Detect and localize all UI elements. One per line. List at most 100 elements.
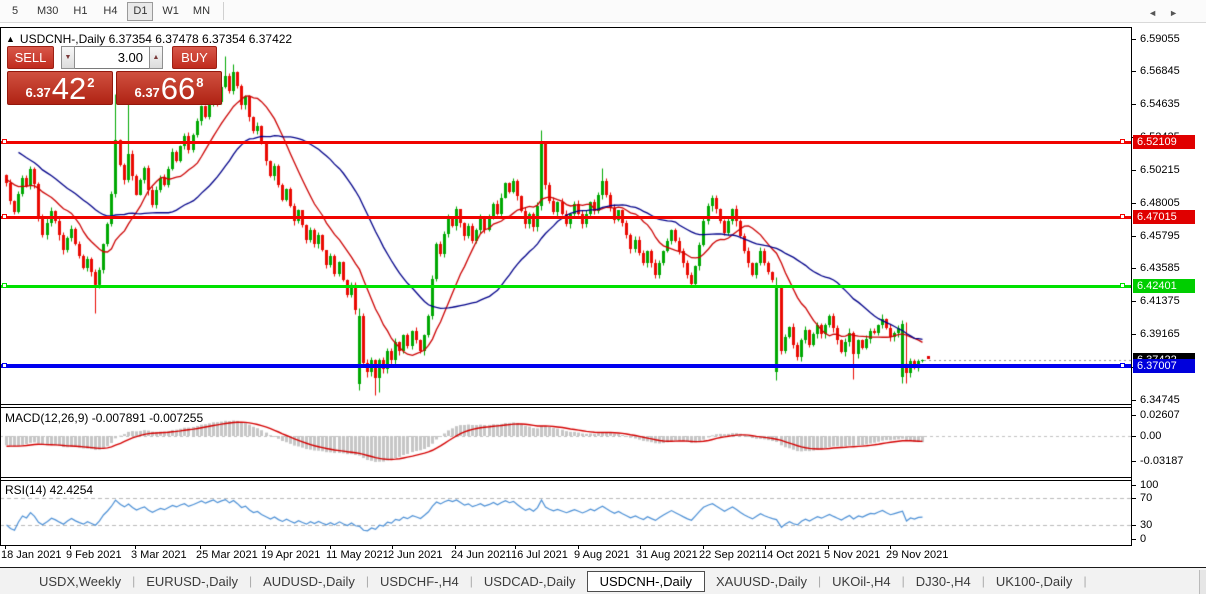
symbol-tab-xauusd-daily[interactable]: XAUUSD-,Daily xyxy=(705,571,818,592)
rsi-tick-mark xyxy=(1132,539,1136,540)
date-tick-mark xyxy=(70,546,71,549)
buy-button[interactable]: BUY xyxy=(172,46,217,69)
horizontal-level-resistance-1[interactable] xyxy=(1,141,1131,144)
tabs-scroll-right-button[interactable]: ► xyxy=(1169,7,1178,19)
symbol-tab-audusd-daily[interactable]: AUDUSD-,Daily xyxy=(252,571,366,592)
macd-tick-label: 0.02607 xyxy=(1140,409,1180,422)
timeframe-button-5[interactable]: 5 xyxy=(2,2,28,21)
macd-label: MACD(12,26,9) -0.007891 -0.007255 xyxy=(5,411,203,425)
price-tick-mark xyxy=(1132,334,1136,335)
line-anchor-left[interactable] xyxy=(2,214,7,219)
price-tick-mark xyxy=(1132,170,1136,171)
ask-price-prefix: 6.37 xyxy=(134,85,159,100)
timeframe-button-h4[interactable]: H4 xyxy=(97,2,123,21)
ask-price-pipette: 8 xyxy=(196,75,203,90)
line-anchor-left[interactable] xyxy=(2,139,7,144)
symbol-tab-dj30-h4[interactable]: DJ30-,H4 xyxy=(905,571,982,592)
horizontal-level-support-green[interactable] xyxy=(1,285,1131,288)
rsi-tick-mark xyxy=(1132,485,1136,486)
line-anchor-right[interactable] xyxy=(1120,139,1125,144)
macd-separator-bottom xyxy=(0,407,1131,408)
price-tick-mark xyxy=(1132,203,1136,204)
timeframe-button-h1[interactable]: H1 xyxy=(67,2,93,21)
symbol-tab-bar: USDX,Weekly|EURUSD-,Daily|AUDUSD-,Daily|… xyxy=(0,567,1206,594)
date-axis-label: 19 Apr 2021 xyxy=(261,549,320,561)
symbol-tab-usdcnh-daily[interactable]: USDCNH-,Daily xyxy=(587,571,705,592)
collapse-triangle-icon[interactable]: ▲ xyxy=(6,34,15,44)
price-tick-label: 6.48005 xyxy=(1140,197,1180,210)
date-tick-mark xyxy=(890,546,891,549)
timeframe-button-w1[interactable]: W1 xyxy=(157,2,184,21)
line-anchor-right[interactable] xyxy=(1120,363,1125,368)
date-axis-label: 25 Mar 2021 xyxy=(196,549,258,561)
chart-bottom-border xyxy=(0,545,1131,546)
macd-separator-top[interactable] xyxy=(0,404,1131,405)
rsi-tick-label: 0 xyxy=(1140,533,1146,546)
date-tick-mark xyxy=(330,546,331,549)
date-axis-label: 16 Jul 2021 xyxy=(511,549,568,561)
macd-tick-mark xyxy=(1132,436,1136,437)
tabs-scroll-left-button[interactable]: ◄ xyxy=(1148,7,1157,19)
date-tick-mark xyxy=(640,546,641,549)
timeframe-button-mn[interactable]: MN xyxy=(188,2,215,21)
date-axis-label: 5 Nov 2021 xyxy=(824,549,880,561)
line-anchor-right[interactable] xyxy=(1120,214,1125,219)
macd-tick-mark xyxy=(1132,415,1136,416)
symbol-tab-usdchf-h4[interactable]: USDCHF-,H4 xyxy=(369,571,470,592)
rsi-tick-mark xyxy=(1132,525,1136,526)
bid-price-main: 42 xyxy=(52,74,86,103)
date-tick-mark xyxy=(515,546,516,549)
date-tick-mark xyxy=(135,546,136,549)
sell-button[interactable]: SELL xyxy=(7,46,54,69)
date-axis-label: 3 Mar 2021 xyxy=(131,549,187,561)
symbol-tab-ukoil-h4[interactable]: UKOil-,H4 xyxy=(821,571,902,592)
toolbar-separator xyxy=(223,2,224,20)
date-tick-mark xyxy=(5,546,6,549)
symbol-tab-usdx-weekly[interactable]: USDX,Weekly xyxy=(28,571,132,592)
price-tick-label: 6.41375 xyxy=(1140,295,1180,308)
symbol-tab-eurusd-daily[interactable]: EURUSD-,Daily xyxy=(135,571,249,592)
line-anchor-right[interactable] xyxy=(1120,283,1125,288)
line-anchor-left[interactable] xyxy=(2,283,7,288)
symbol-tab-uk100-daily[interactable]: UK100-,Daily xyxy=(985,571,1084,592)
price-tick-label: 6.34745 xyxy=(1140,394,1180,407)
chart-top-border xyxy=(0,27,1131,28)
timeframe-toolbar: 5M30H1H4D1W1MN xyxy=(0,0,1206,23)
volume-increase-button[interactable]: ▲ xyxy=(149,46,163,69)
price-tick-mark xyxy=(1132,71,1136,72)
symbol-tab-usdcad-daily[interactable]: USDCAD-,Daily xyxy=(473,571,587,592)
chart-window: ▲ USDCNH-,Daily 6.37354 6.37478 6.37354 … xyxy=(0,27,1206,567)
window-resize-gripper[interactable] xyxy=(1199,570,1206,594)
date-axis-label: 18 Jan 2021 xyxy=(1,549,62,561)
chart-title-text: USDCNH-,Daily 6.37354 6.37478 6.37354 6.… xyxy=(20,32,292,46)
bid-price-button[interactable]: 6.37 42 2 xyxy=(7,71,113,105)
horizontal-level-resistance-2[interactable] xyxy=(1,216,1131,219)
rsi-separator-bottom xyxy=(0,480,1131,481)
level-price-label-resistance-1: 6.52109 xyxy=(1133,135,1195,149)
price-tick-label: 6.54635 xyxy=(1140,98,1180,111)
date-axis-label: 31 Aug 2021 xyxy=(636,549,698,561)
price-tick-label: 6.59055 xyxy=(1140,33,1180,46)
rsi-label: RSI(14) 42.4254 xyxy=(5,483,93,497)
timeframe-button-d1[interactable]: D1 xyxy=(127,2,153,21)
price-tick-label: 6.50215 xyxy=(1140,164,1180,177)
timeframe-button-m30[interactable]: M30 xyxy=(32,2,63,21)
rsi-indicator-canvas[interactable] xyxy=(0,481,1131,545)
price-tick-mark xyxy=(1132,104,1136,105)
volume-input[interactable] xyxy=(75,46,149,69)
date-tick-mark xyxy=(765,546,766,549)
one-click-trading-panel: SELL ▼ ▲ BUY 6.37 42 2 6.37 66 8 xyxy=(7,46,222,105)
macd-tick-mark xyxy=(1132,461,1136,462)
price-tick-mark xyxy=(1132,268,1136,269)
price-tick-label: 6.56845 xyxy=(1140,65,1180,78)
price-tick-mark xyxy=(1132,301,1136,302)
date-tick-mark xyxy=(828,546,829,549)
date-tick-mark xyxy=(578,546,579,549)
line-anchor-left[interactable] xyxy=(2,363,7,368)
volume-decrease-button[interactable]: ▼ xyxy=(61,46,75,69)
rsi-separator-top[interactable] xyxy=(0,477,1131,478)
ask-price-button[interactable]: 6.37 66 8 xyxy=(116,71,222,105)
date-axis-label: 22 Sep 2021 xyxy=(699,549,761,561)
horizontal-level-support-blue[interactable] xyxy=(1,364,1131,368)
date-tick-mark xyxy=(265,546,266,549)
